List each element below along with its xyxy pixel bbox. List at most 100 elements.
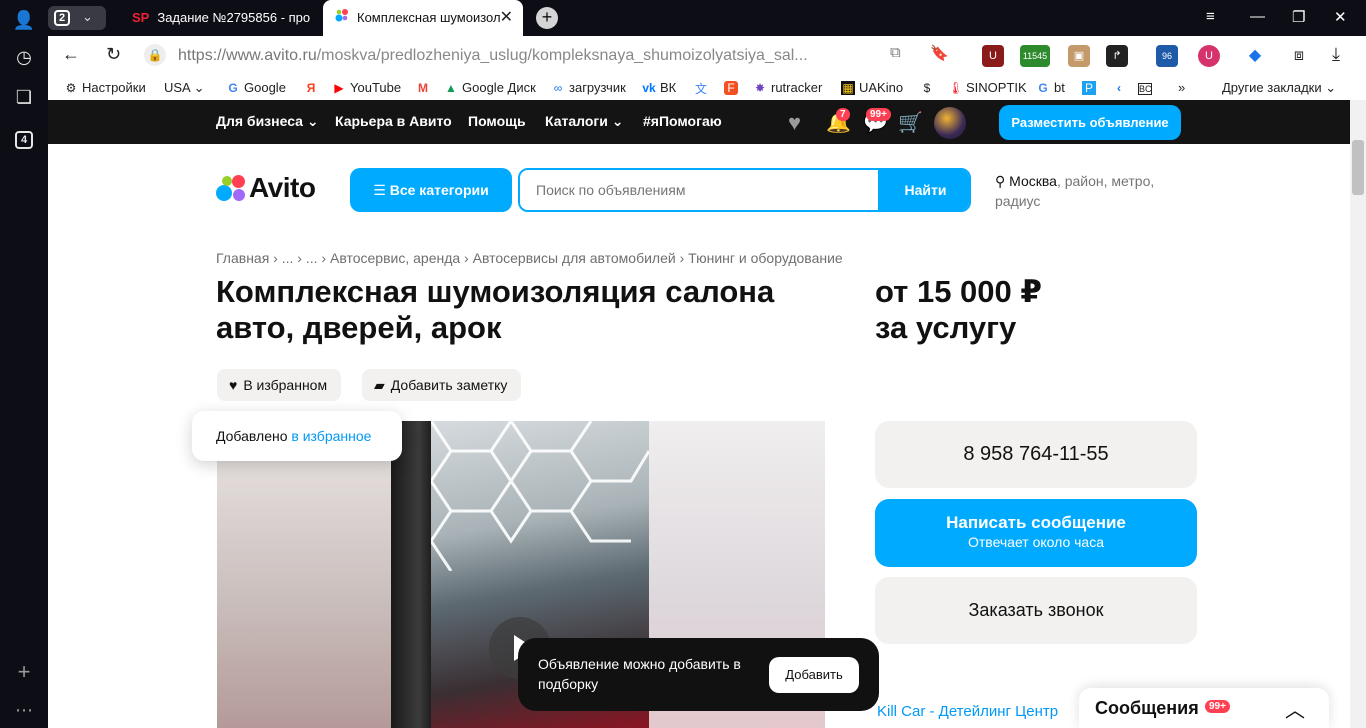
add-panel-icon[interactable]: + <box>12 660 36 684</box>
nav-ihelp[interactable]: #яПомогаю <box>643 113 722 129</box>
bookmark-rutracker[interactable]: ✸ rutracker <box>753 80 822 95</box>
nav-help[interactable]: Помощь <box>468 113 526 129</box>
breadcrumb: Главная › ... › ... › Автосервис, аренда… <box>216 250 843 266</box>
minimize-icon[interactable]: — <box>1250 8 1265 25</box>
heart-icon[interactable]: ♥ <box>788 110 801 136</box>
tab-task[interactable]: SP Задание №2795856 - про <box>120 0 320 36</box>
logo-text: Avito <box>249 172 316 203</box>
browser-tabbar: 2 ⌄ SP Задание №2795856 - про Комплексная… <box>0 0 1366 36</box>
crumb-ellipsis[interactable]: ... <box>306 250 318 266</box>
p-icon: P <box>1082 81 1096 95</box>
reader-mode-icon[interactable]: ⧉ <box>890 44 901 61</box>
page-title: Комплексная шумоизоляция салона авто, дв… <box>216 274 775 345</box>
bookmark-gmail[interactable]: M <box>416 80 434 95</box>
vk-icon: vk <box>642 81 656 95</box>
write-message-button[interactable]: Написать сообщение Отвечает около часа <box>875 499 1197 567</box>
bookmark-youtube[interactable]: ▶ YouTube <box>332 80 401 95</box>
rutracker-icon: ✸ <box>754 81 766 95</box>
bookmark-settings[interactable]: ⚙ Настройки <box>64 80 146 95</box>
cart-icon[interactable]: 🛒 <box>898 110 923 135</box>
lock-icon[interactable]: 🔒 <box>144 44 166 66</box>
favorites-link[interactable]: в избранное <box>291 428 371 444</box>
chevron-up-icon[interactable]: ︿ <box>1285 694 1305 723</box>
avito-favicon-icon <box>335 0 349 36</box>
url-text: https://www.avito.ru/moskva/predlozheniy… <box>178 47 808 64</box>
nav-catalogs[interactable]: Каталоги ⌄ <box>545 113 623 130</box>
collections-icon[interactable]: ❏ <box>12 85 36 109</box>
browser-sidebar: 👤 ◷ ❏ 4 + ⋯ <box>0 0 48 728</box>
menu-icon[interactable]: ≡ <box>1206 8 1215 25</box>
back-icon[interactable]: ← <box>62 44 80 65</box>
crumb-autoservice[interactable]: Автосервис, аренда <box>330 250 460 266</box>
all-categories-button[interactable]: ☰ Все категории <box>350 168 512 212</box>
bookmark-bc[interactable]: BC <box>1138 80 1156 95</box>
bookmark-yandex[interactable]: Я <box>304 80 322 95</box>
gear-icon: ⚙ <box>65 81 77 95</box>
counter-icon[interactable]: 4 <box>12 125 36 149</box>
crumb-tuning[interactable]: Тюнинг и оборудование <box>688 250 843 266</box>
bookmarks-overflow[interactable]: » <box>1178 80 1185 95</box>
bookmark-p[interactable]: P <box>1082 80 1100 95</box>
reload-icon[interactable]: ↻ <box>106 44 121 65</box>
ext-puzzle-icon[interactable]: ⧈ <box>1288 45 1310 67</box>
other-bookmarks[interactable]: Другие закладки ⌄ <box>1222 80 1336 96</box>
search-button[interactable]: Найти <box>878 170 969 210</box>
door-pillar <box>391 421 431 728</box>
search-box: Найти <box>518 168 971 212</box>
youtube-icon: ▶ <box>334 81 344 95</box>
avatar[interactable] <box>934 107 966 139</box>
bookmark-icon[interactable]: 🔖 <box>930 44 949 62</box>
tab-avito[interactable]: Комплексная шумоизол ✕ <box>323 0 523 36</box>
crumb-car-services[interactable]: Автосервисы для автомобилей <box>473 250 676 266</box>
profile-icon[interactable]: 👤 <box>12 8 36 32</box>
ext-diamond-icon[interactable]: ◆ <box>1244 45 1266 67</box>
ext-shield-icon[interactable]: U <box>982 45 1004 67</box>
bookmark-bt[interactable]: Gbt <box>1036 80 1065 95</box>
ext-counter-icon[interactable]: 11545 <box>1020 45 1050 67</box>
chevron-down-icon: ⌄ <box>82 9 93 24</box>
bookmark-sinoptik[interactable]: 🌡 SINOPTIK <box>948 80 1027 95</box>
search-input[interactable] <box>520 170 878 210</box>
notifications-badge: 7 <box>836 108 850 121</box>
tab-count-button[interactable]: 2 ⌄ <box>48 6 106 30</box>
restore-icon[interactable]: ❐ <box>1292 8 1305 26</box>
uakino-icon: ▦ <box>841 81 855 95</box>
bookmark-f[interactable]: F <box>724 80 742 95</box>
phone-button[interactable]: 8 958 764-11-55 <box>875 421 1197 488</box>
post-ad-button[interactable]: Разместить объявление <box>999 105 1181 140</box>
add-note-button[interactable]: ▰ Добавить заметку <box>362 369 522 401</box>
scrollbar-thumb[interactable] <box>1352 140 1364 195</box>
ext-arrow-icon[interactable]: ↱ <box>1106 45 1128 67</box>
nav-career[interactable]: Карьера в Авито <box>335 113 452 129</box>
toast-add-button[interactable]: Добавить <box>769 657 859 693</box>
download-icon[interactable]: ⤓ <box>1332 44 1340 65</box>
crumb-home[interactable]: Главная <box>216 250 269 266</box>
bookmark-vk[interactable]: vk ВК <box>642 80 676 95</box>
new-tab-button[interactable]: + <box>536 7 558 29</box>
crumb-ellipsis[interactable]: ... <box>282 250 294 266</box>
bookmark-arrow[interactable]: ‹ <box>1112 80 1130 95</box>
messenger-widget[interactable]: Сообщения 99+ ︿ <box>1079 688 1329 728</box>
bookmark-dollar[interactable]: $ <box>920 80 938 95</box>
request-call-button[interactable]: Заказать звонок <box>875 577 1197 644</box>
history-icon[interactable]: ◷ <box>12 45 36 69</box>
bookmark-downloader[interactable]: ∞ загрузчик <box>551 80 626 95</box>
close-window-icon[interactable]: ✕ <box>1334 8 1347 26</box>
ext-stats-icon[interactable]: 96 <box>1156 45 1178 67</box>
ublock-icon[interactable]: U <box>1198 45 1220 67</box>
url-field[interactable]: 🔒 https://www.avito.ru/moskva/predlozhen… <box>140 41 920 71</box>
bookmark-google[interactable]: G Google <box>226 80 286 95</box>
dollar-icon: $ <box>923 81 931 95</box>
bookmark-gdrive[interactable]: ▲ Google Диск <box>444 80 536 95</box>
favorite-button[interactable]: ♥ В избранном <box>217 369 342 401</box>
location-selector[interactable]: ⚲ Москва, район, метро, радиус <box>995 171 1195 211</box>
more-icon[interactable]: ⋯ <box>12 698 36 722</box>
close-tab-icon[interactable]: ✕ <box>500 0 513 36</box>
bookmark-translate[interactable]: 文 <box>694 80 712 97</box>
bookmark-usa[interactable]: USA ⌄ <box>164 80 205 96</box>
ext-cat-icon[interactable]: ▣ <box>1068 45 1090 67</box>
seller-link[interactable]: Kill Car - Детейлинг Центр <box>877 703 1058 720</box>
bookmark-uakino[interactable]: ▦ UAKino <box>841 80 903 95</box>
tab-title: Комплексная шумоизол <box>357 10 501 25</box>
nav-business[interactable]: Для бизнеса ⌄ <box>216 113 319 130</box>
